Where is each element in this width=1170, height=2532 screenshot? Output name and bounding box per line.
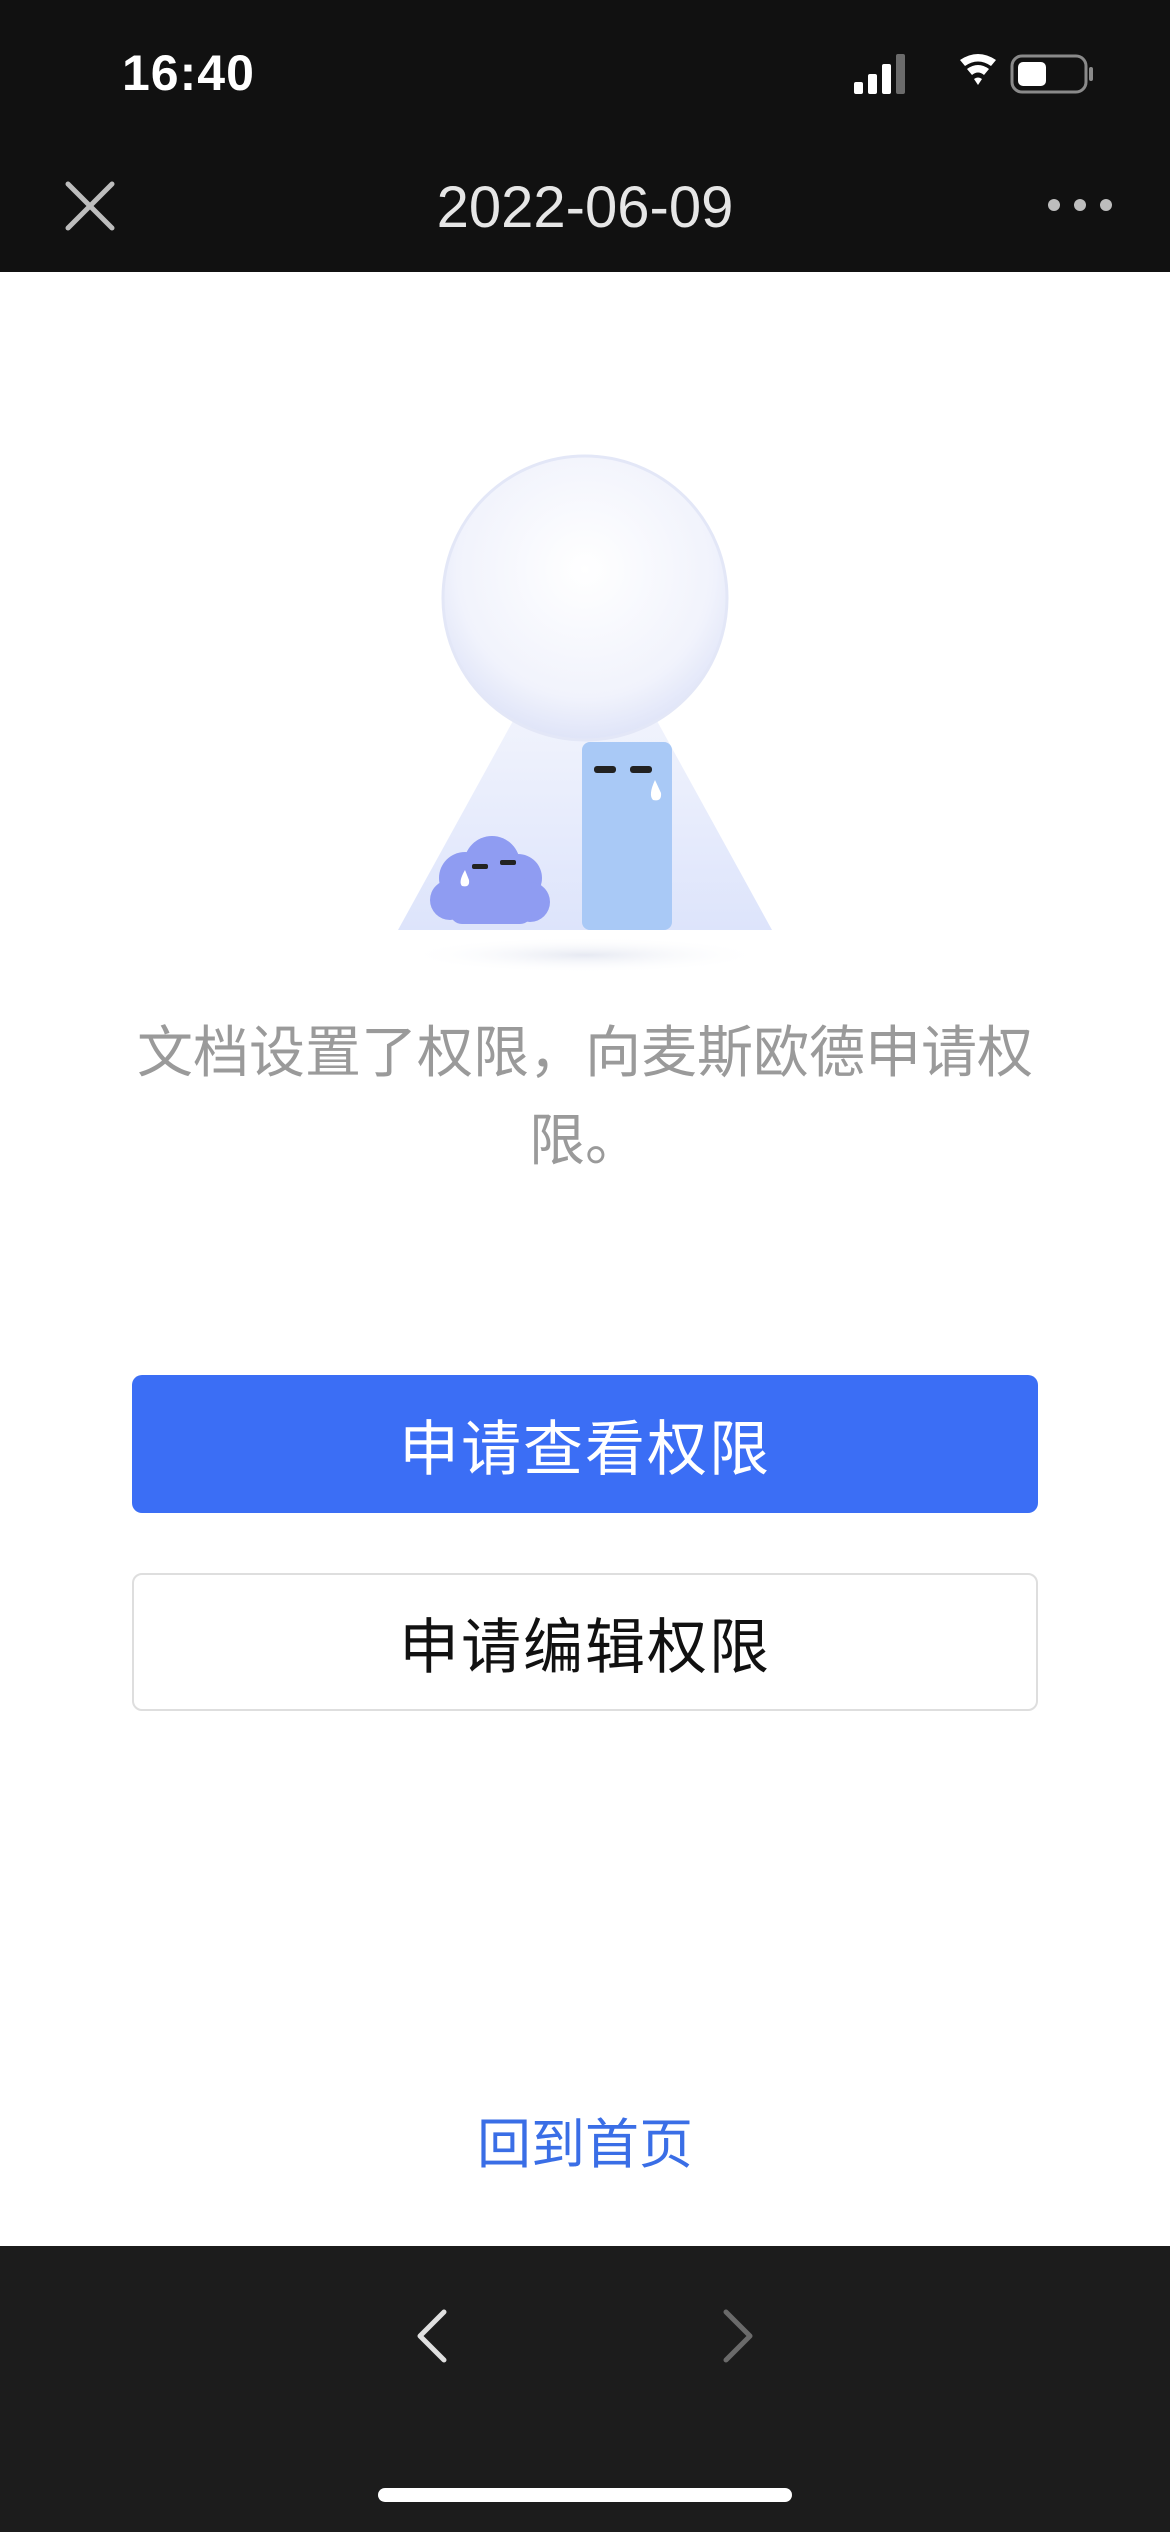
status-icons — [850, 50, 1100, 100]
permission-page: 16:40 2022-06-09 文档设置了权限，向麦斯欧德申请权限。 申请查看… — [0, 0, 1170, 2532]
request-edit-permission-button[interactable]: 申请编辑权限 — [132, 1573, 1038, 1711]
status-bar: 16:40 — [0, 0, 1170, 146]
home-indicator[interactable] — [378, 2488, 792, 2502]
cellular-signal-icon — [854, 54, 905, 94]
navigation-bar: 2022-06-09 — [0, 146, 1170, 272]
status-time: 16:40 — [122, 45, 255, 101]
bottom-toolbar — [0, 2246, 1170, 2532]
more-icon[interactable] — [1044, 180, 1116, 230]
keyhole-illustration — [380, 450, 790, 980]
chevron-right-icon[interactable] — [718, 2306, 758, 2366]
chevron-left-icon[interactable] — [412, 2306, 452, 2366]
battery-icon — [1010, 54, 1093, 94]
request-view-permission-button[interactable]: 申请查看权限 — [132, 1375, 1038, 1513]
back-to-home-link[interactable]: 回到首页 — [0, 2100, 1170, 2179]
permission-message: 文档设置了权限，向麦斯欧德申请权限。 — [137, 1021, 1033, 1174]
page-title: 2022-06-09 — [436, 175, 734, 240]
signal-wifi-battery-icons — [854, 54, 1093, 94]
wifi-icon — [960, 54, 996, 85]
